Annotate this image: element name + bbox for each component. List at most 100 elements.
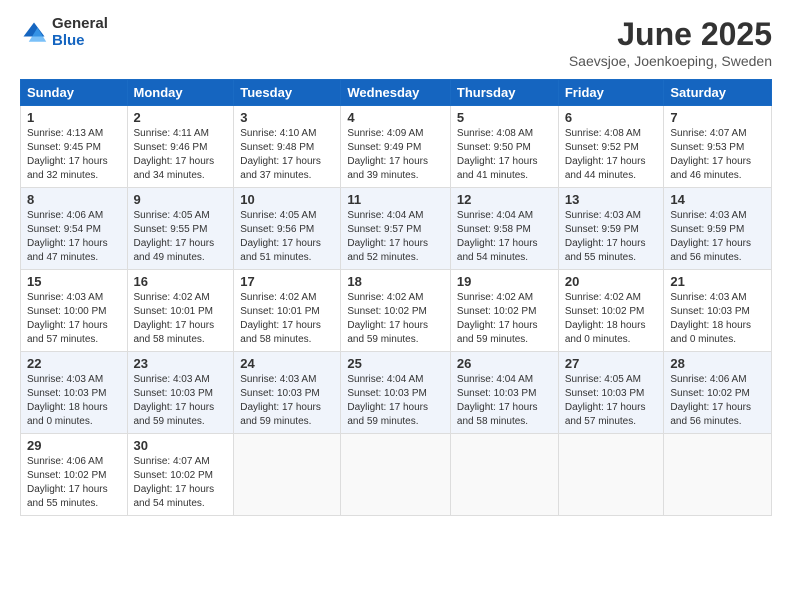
day-info: Sunrise: 4:04 AMSunset: 9:57 PMDaylight:… <box>347 209 444 265</box>
day-info: Sunrise: 4:13 AMSunset: 9:45 PMDaylight:… <box>27 127 121 183</box>
day-number: 27 <box>565 356 658 371</box>
col-friday: Friday <box>558 80 664 106</box>
day-number: 22 <box>27 356 121 371</box>
day-number: 28 <box>670 356 765 371</box>
day-info: Sunrise: 4:09 AMSunset: 9:49 PMDaylight:… <box>347 127 444 183</box>
day-number: 29 <box>27 438 121 453</box>
day-number: 14 <box>670 192 765 207</box>
day-number: 24 <box>240 356 334 371</box>
day-number: 1 <box>27 110 121 125</box>
calendar-cell: 17 Sunrise: 4:02 AMSunset: 10:01 PMDaylig… <box>234 270 341 352</box>
day-info: Sunrise: 4:03 AMSunset: 10:03 PMDaylight… <box>670 291 765 347</box>
calendar-cell: 16 Sunrise: 4:02 AMSunset: 10:01 PMDaylig… <box>127 270 234 352</box>
day-number: 5 <box>457 110 552 125</box>
calendar-cell: 12Sunrise: 4:04 AMSunset: 9:58 PMDayligh… <box>450 188 558 270</box>
calendar-cell: 30 Sunrise: 4:07 AMSunset: 10:02 PMDaylig… <box>127 434 234 516</box>
calendar-page: General Blue June 2025 Saevsjoe, Joenkoe… <box>0 0 792 612</box>
day-info: Sunrise: 4:02 AMSunset: 10:02 PMDaylight… <box>457 291 552 347</box>
day-info: Sunrise: 4:05 AMSunset: 9:55 PMDaylight:… <box>134 209 228 265</box>
day-info: Sunrise: 4:03 AMSunset: 10:03 PMDaylight… <box>240 373 334 429</box>
calendar-cell: 5 Sunrise: 4:08 AMSunset: 9:50 PMDaylight… <box>450 106 558 188</box>
col-saturday: Saturday <box>664 80 772 106</box>
day-number: 23 <box>134 356 228 371</box>
calendar-cell: 26Sunrise: 4:04 AMSunset: 10:03 PMDaylig… <box>450 352 558 434</box>
col-tuesday: Tuesday <box>234 80 341 106</box>
header: General Blue June 2025 Saevsjoe, Joenkoe… <box>20 16 772 69</box>
calendar-cell: 29Sunrise: 4:06 AMSunset: 10:02 PMDaylig… <box>21 434 128 516</box>
header-row: Sunday Monday Tuesday Wednesday Thursday… <box>21 80 772 106</box>
day-info: Sunrise: 4:03 AMSunset: 10:03 PMDaylight… <box>134 373 228 429</box>
day-number: 10 <box>240 192 334 207</box>
day-number: 4 <box>347 110 444 125</box>
calendar-cell: 4 Sunrise: 4:09 AMSunset: 9:49 PMDaylight… <box>341 106 451 188</box>
day-number: 16 <box>134 274 228 289</box>
calendar-cell: 7 Sunrise: 4:07 AMSunset: 9:53 PMDaylight… <box>664 106 772 188</box>
calendar-cell: 6 Sunrise: 4:08 AMSunset: 9:52 PMDaylight… <box>558 106 664 188</box>
day-number: 7 <box>670 110 765 125</box>
calendar-cell <box>234 434 341 516</box>
calendar-cell: 3 Sunrise: 4:10 AMSunset: 9:48 PMDaylight… <box>234 106 341 188</box>
subtitle: Saevsjoe, Joenkoeping, Sweden <box>569 53 772 69</box>
day-number: 6 <box>565 110 658 125</box>
calendar-cell: 8 Sunrise: 4:06 AMSunset: 9:54 PMDaylight… <box>21 188 128 270</box>
calendar-week-row: 1 Sunrise: 4:13 AMSunset: 9:45 PMDaylight… <box>21 106 772 188</box>
day-info: Sunrise: 4:08 AMSunset: 9:50 PMDaylight:… <box>457 127 552 183</box>
day-info: Sunrise: 4:02 AMSunset: 10:01 PMDaylight… <box>134 291 228 347</box>
calendar-cell <box>450 434 558 516</box>
calendar-cell: 21 Sunrise: 4:03 AMSunset: 10:03 PMDaylig… <box>664 270 772 352</box>
day-info: Sunrise: 4:08 AMSunset: 9:52 PMDaylight:… <box>565 127 658 183</box>
day-info: Sunrise: 4:04 AMSunset: 10:03 PMDaylight… <box>347 373 444 429</box>
calendar-week-row: 8 Sunrise: 4:06 AMSunset: 9:54 PMDaylight… <box>21 188 772 270</box>
calendar-cell <box>664 434 772 516</box>
calendar-week-row: 22 Sunrise: 4:03 AMSunset: 10:03 PMDaylig… <box>21 352 772 434</box>
logo-text: General Blue <box>52 16 108 49</box>
day-number: 3 <box>240 110 334 125</box>
day-info: Sunrise: 4:06 AMSunset: 10:02 PMDaylight… <box>670 373 765 429</box>
day-info: Sunrise: 4:05 AMSunset: 9:56 PMDaylight:… <box>240 209 334 265</box>
day-info: Sunrise: 4:04 AMSunset: 9:58 PMDaylight:… <box>457 209 552 265</box>
day-info: Sunrise: 4:03 AMSunset: 9:59 PMDaylight:… <box>565 209 658 265</box>
day-info: Sunrise: 4:02 AMSunset: 10:01 PMDaylight… <box>240 291 334 347</box>
calendar-cell: 28 Sunrise: 4:06 AMSunset: 10:02 PMDaylig… <box>664 352 772 434</box>
day-info: Sunrise: 4:07 AMSunset: 10:02 PMDaylight… <box>134 455 228 511</box>
day-info: Sunrise: 4:10 AMSunset: 9:48 PMDaylight:… <box>240 127 334 183</box>
day-number: 21 <box>670 274 765 289</box>
day-info: Sunrise: 4:05 AMSunset: 10:03 PMDaylight… <box>565 373 658 429</box>
day-info: Sunrise: 4:03 AMSunset: 10:00 PMDaylight… <box>27 291 121 347</box>
calendar-cell: 23 Sunrise: 4:03 AMSunset: 10:03 PMDaylig… <box>127 352 234 434</box>
day-number: 9 <box>134 192 228 207</box>
day-number: 17 <box>240 274 334 289</box>
calendar-table: Sunday Monday Tuesday Wednesday Thursday… <box>20 79 772 516</box>
day-info: Sunrise: 4:11 AMSunset: 9:46 PMDaylight:… <box>134 127 228 183</box>
calendar-cell: 14 Sunrise: 4:03 AMSunset: 9:59 PMDayligh… <box>664 188 772 270</box>
day-info: Sunrise: 4:06 AMSunset: 9:54 PMDaylight:… <box>27 209 121 265</box>
calendar-week-row: 15 Sunrise: 4:03 AMSunset: 10:00 PMDaylig… <box>21 270 772 352</box>
day-number: 20 <box>565 274 658 289</box>
day-number: 30 <box>134 438 228 453</box>
calendar-cell: 10 Sunrise: 4:05 AMSunset: 9:56 PMDayligh… <box>234 188 341 270</box>
day-info: Sunrise: 4:02 AMSunset: 10:02 PMDaylight… <box>565 291 658 347</box>
title-block: June 2025 Saevsjoe, Joenkoeping, Sweden <box>569 16 772 69</box>
calendar-cell: 24 Sunrise: 4:03 AMSunset: 10:03 PMDaylig… <box>234 352 341 434</box>
logo-icon <box>20 19 48 47</box>
logo: General Blue <box>20 16 108 49</box>
calendar-cell: 1 Sunrise: 4:13 AMSunset: 9:45 PMDaylight… <box>21 106 128 188</box>
col-sunday: Sunday <box>21 80 128 106</box>
calendar-cell: 18 Sunrise: 4:02 AMSunset: 10:02 PMDaylig… <box>341 270 451 352</box>
day-number: 18 <box>347 274 444 289</box>
day-info: Sunrise: 4:03 AMSunset: 9:59 PMDaylight:… <box>670 209 765 265</box>
day-number: 15 <box>27 274 121 289</box>
day-number: 11 <box>347 192 444 207</box>
day-number: 8 <box>27 192 121 207</box>
calendar-cell: 19Sunrise: 4:02 AMSunset: 10:02 PMDaylig… <box>450 270 558 352</box>
calendar-cell <box>341 434 451 516</box>
calendar-cell <box>558 434 664 516</box>
calendar-cell: 27 Sunrise: 4:05 AMSunset: 10:03 PMDaylig… <box>558 352 664 434</box>
calendar-cell: 13Sunrise: 4:03 AMSunset: 9:59 PMDayligh… <box>558 188 664 270</box>
col-monday: Monday <box>127 80 234 106</box>
calendar-cell: 25Sunrise: 4:04 AMSunset: 10:03 PMDaylig… <box>341 352 451 434</box>
day-info: Sunrise: 4:07 AMSunset: 9:53 PMDaylight:… <box>670 127 765 183</box>
calendar-cell: 9 Sunrise: 4:05 AMSunset: 9:55 PMDaylight… <box>127 188 234 270</box>
col-thursday: Thursday <box>450 80 558 106</box>
day-info: Sunrise: 4:02 AMSunset: 10:02 PMDaylight… <box>347 291 444 347</box>
